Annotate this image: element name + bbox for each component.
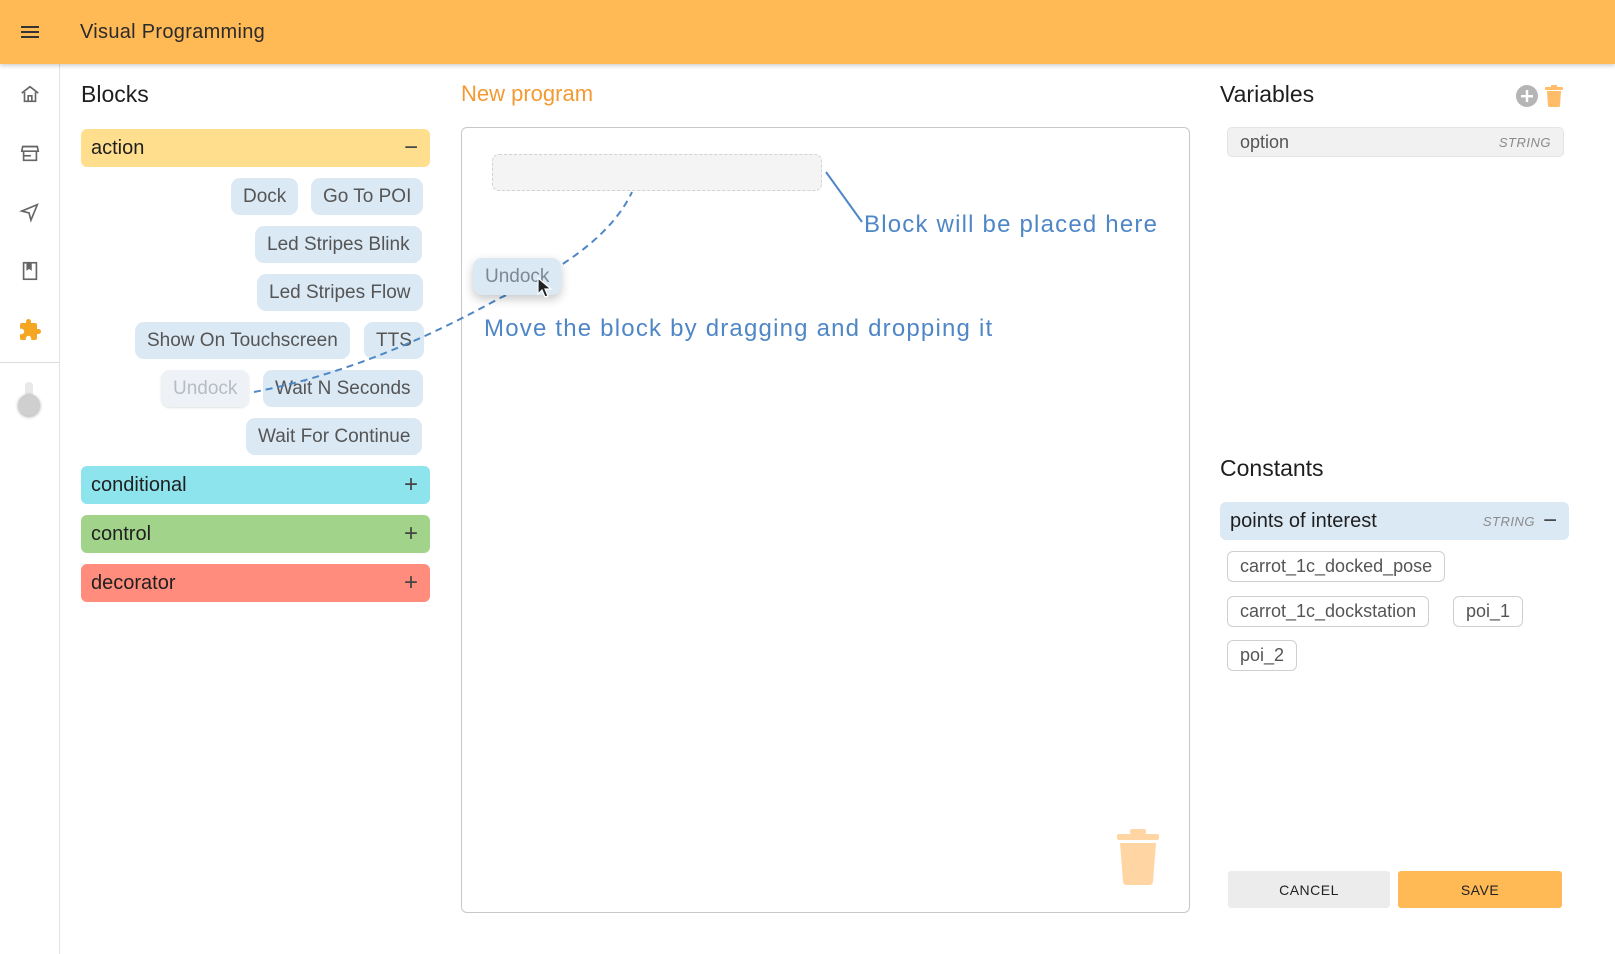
block-dock[interactable]: Dock (231, 178, 299, 215)
constant-chip[interactable]: poi_1 (1453, 596, 1524, 627)
trash-drop-zone[interactable] (1116, 829, 1160, 890)
blocks-title: Blocks (81, 81, 149, 107)
toggle-knob (18, 394, 40, 416)
block-wait-for-continue[interactable]: Wait For Continue (246, 418, 423, 455)
delete-variable-icon[interactable] (1545, 85, 1563, 107)
block-undock-placeholder[interactable]: Undock (161, 370, 250, 407)
variables-title: Variables (1220, 81, 1315, 107)
block-go-to-poi[interactable]: Go To POI (311, 178, 424, 215)
category-decorator[interactable]: decorator + (81, 564, 430, 602)
block-tts[interactable]: TTS (364, 322, 424, 359)
category-conditional[interactable]: conditional + (81, 466, 430, 504)
theme-toggle[interactable] (18, 380, 40, 418)
collapse-icon[interactable]: − (1543, 509, 1557, 533)
constants-title: Constants (1220, 455, 1324, 481)
menu-button[interactable] (0, 0, 60, 64)
category-label: action (91, 136, 145, 159)
category-control[interactable]: control + (81, 515, 430, 553)
send-icon (19, 202, 39, 223)
add-variable-icon[interactable] (1515, 84, 1539, 108)
cancel-button[interactable]: CANCEL (1228, 871, 1390, 908)
save-button[interactable]: SAVE (1398, 871, 1562, 908)
program-canvas[interactable] (461, 127, 1190, 913)
nav-bookmark[interactable] (0, 241, 60, 300)
block-led-stripes-blink[interactable]: Led Stripes Blink (255, 226, 422, 263)
hint-drag-drop: Move the block by dragging and dropping … (484, 315, 994, 342)
variable-row[interactable]: option STRING (1227, 127, 1564, 157)
store-icon (20, 145, 40, 161)
constant-chip[interactable]: carrot_1c_docked_pose (1227, 551, 1446, 582)
home-icon (21, 85, 39, 102)
category-label: control (91, 522, 152, 545)
category-label: conditional (91, 473, 187, 496)
nav-send[interactable] (0, 182, 60, 241)
side-nav (0, 64, 60, 954)
app-bar: Visual Programming (0, 0, 1615, 64)
constant-chip[interactable]: carrot_1c_dockstation (1227, 596, 1430, 627)
constants-category-type: STRING (1482, 513, 1535, 529)
block-led-stripes-flow[interactable]: Led Stripes Flow (257, 274, 423, 311)
nav-home[interactable] (0, 64, 60, 123)
program-title[interactable]: New program (461, 81, 593, 107)
category-action[interactable]: action − (81, 129, 430, 167)
expand-icon[interactable]: + (404, 571, 418, 595)
cursor-icon (537, 277, 553, 298)
app-title: Visual Programming (80, 20, 266, 43)
block-show-on-touchscreen[interactable]: Show On Touchscreen (135, 322, 350, 359)
constant-chip[interactable]: poi_2 (1227, 640, 1298, 671)
hint-drop-target: Block will be placed here (864, 211, 1159, 238)
nav-divider (0, 362, 60, 363)
drop-slot[interactable] (492, 154, 822, 191)
expand-icon[interactable]: + (404, 522, 418, 546)
constants-category[interactable]: points of interest STRING − (1220, 502, 1569, 540)
trash-icon (1117, 829, 1159, 885)
puzzle-icon (20, 318, 41, 340)
variable-type: STRING (1498, 134, 1551, 150)
collapse-icon[interactable]: − (404, 136, 418, 160)
variable-name: option (1240, 131, 1290, 152)
expand-icon[interactable]: + (404, 473, 418, 497)
nav-puzzle[interactable] (0, 300, 60, 359)
menu-icon (21, 26, 39, 38)
variable-actions (1515, 84, 1563, 108)
nav-store[interactable] (0, 123, 60, 182)
category-label: decorator (91, 571, 176, 594)
constants-category-label: points of interest (1230, 509, 1377, 532)
bookmark-icon (22, 261, 38, 280)
block-wait-n-seconds[interactable]: Wait N Seconds (263, 370, 423, 407)
